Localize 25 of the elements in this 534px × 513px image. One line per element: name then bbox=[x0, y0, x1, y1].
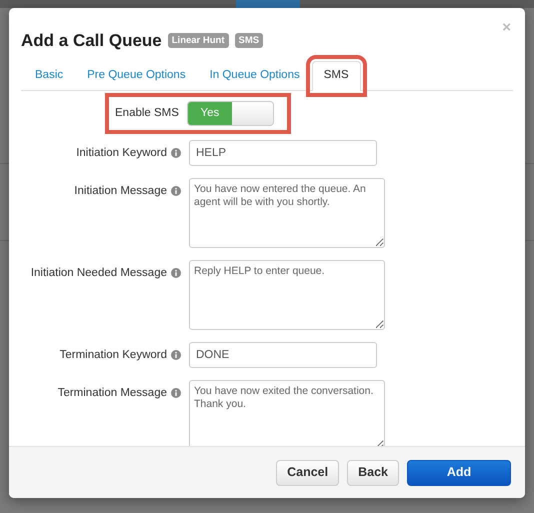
tag-label: Linear Hunt bbox=[168, 33, 229, 48]
info-icon[interactable] bbox=[171, 268, 181, 278]
dialog-button[interactable]: Cancel bbox=[276, 460, 340, 486]
dialog-button[interactable]: Back bbox=[347, 460, 399, 486]
text-field[interactable]: DONE bbox=[189, 342, 377, 368]
tab[interactable]: Basic bbox=[23, 60, 76, 91]
text-area[interactable]: You have now exited the conversation. Thank you. bbox=[189, 380, 385, 446]
field-label: Termination Keyword bbox=[60, 348, 167, 363]
field-label: Initiation Needed Message bbox=[30, 266, 167, 281]
text-area[interactable]: You have now entered the queue. An agent will be with you shortly. bbox=[189, 178, 385, 248]
info-icon[interactable] bbox=[171, 350, 181, 360]
add-button[interactable]: Add bbox=[407, 460, 511, 486]
info-icon[interactable] bbox=[171, 148, 181, 158]
field-label: Initiation Keyword bbox=[76, 146, 167, 161]
text-field[interactable]: HELP bbox=[189, 140, 377, 166]
info-icon[interactable] bbox=[171, 186, 181, 196]
tab[interactable]: In Queue Options bbox=[198, 60, 312, 91]
text-area[interactable]: Reply HELP to enter queue. bbox=[189, 260, 385, 330]
field-label: Initiation Message bbox=[74, 184, 167, 199]
field-label: Termination Message bbox=[58, 386, 167, 401]
dialog-title: Add a Call Queue bbox=[21, 31, 162, 50]
tab[interactable]: Pre Queue Options bbox=[75, 60, 198, 91]
info-icon[interactable] bbox=[171, 388, 181, 398]
tag-label: SMS bbox=[234, 33, 264, 48]
field-label: Enable SMS bbox=[115, 106, 179, 121]
